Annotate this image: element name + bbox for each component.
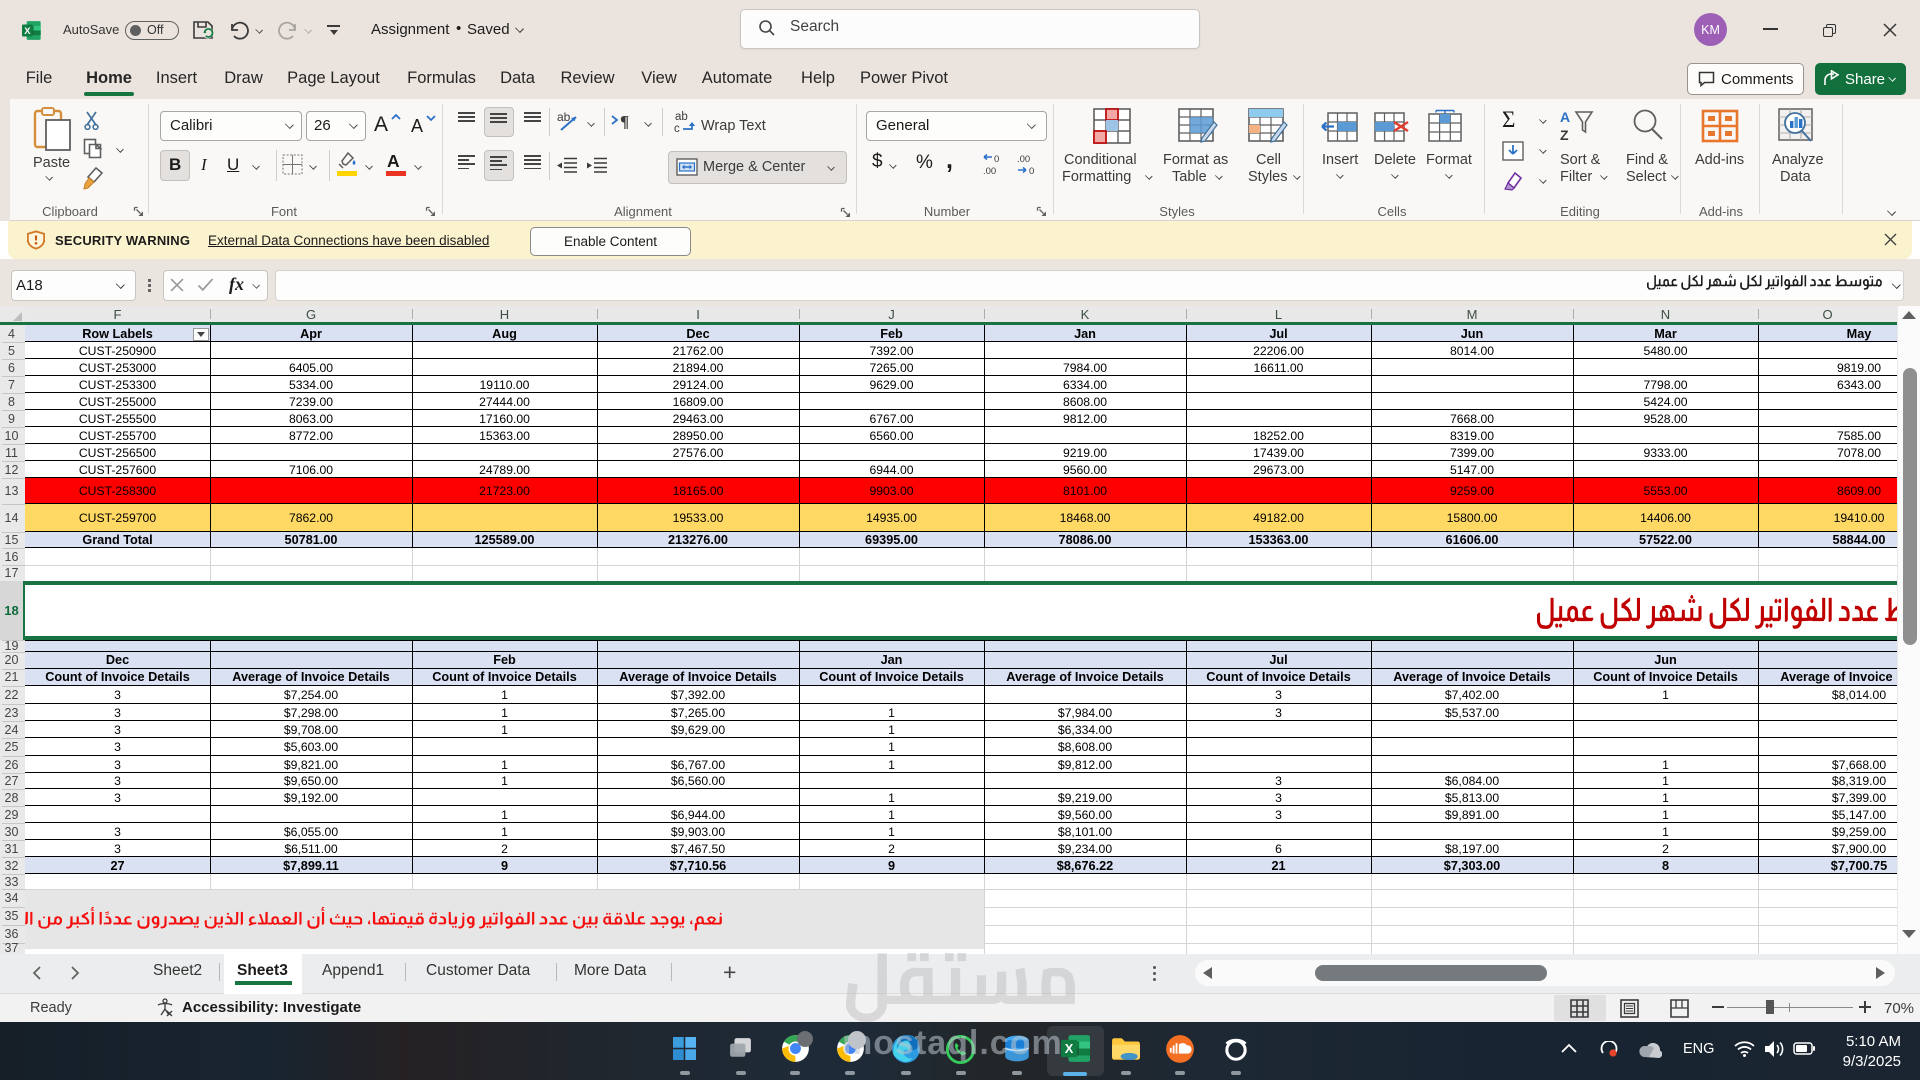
svg-text:X: X bbox=[24, 26, 31, 36]
svg-text:ab: ab bbox=[675, 111, 688, 123]
svg-text:0: 0 bbox=[994, 154, 999, 165]
svg-text:A: A bbox=[1560, 109, 1570, 125]
svg-text:c: c bbox=[674, 123, 680, 135]
svg-text:¶: ¶ bbox=[620, 112, 629, 129]
svg-text:0: 0 bbox=[1029, 166, 1034, 177]
svg-text:.00: .00 bbox=[1017, 154, 1030, 165]
svg-text:Z: Z bbox=[1560, 127, 1569, 142]
svg-text:ab: ab bbox=[557, 110, 571, 124]
svg-text:.00: .00 bbox=[983, 166, 996, 177]
